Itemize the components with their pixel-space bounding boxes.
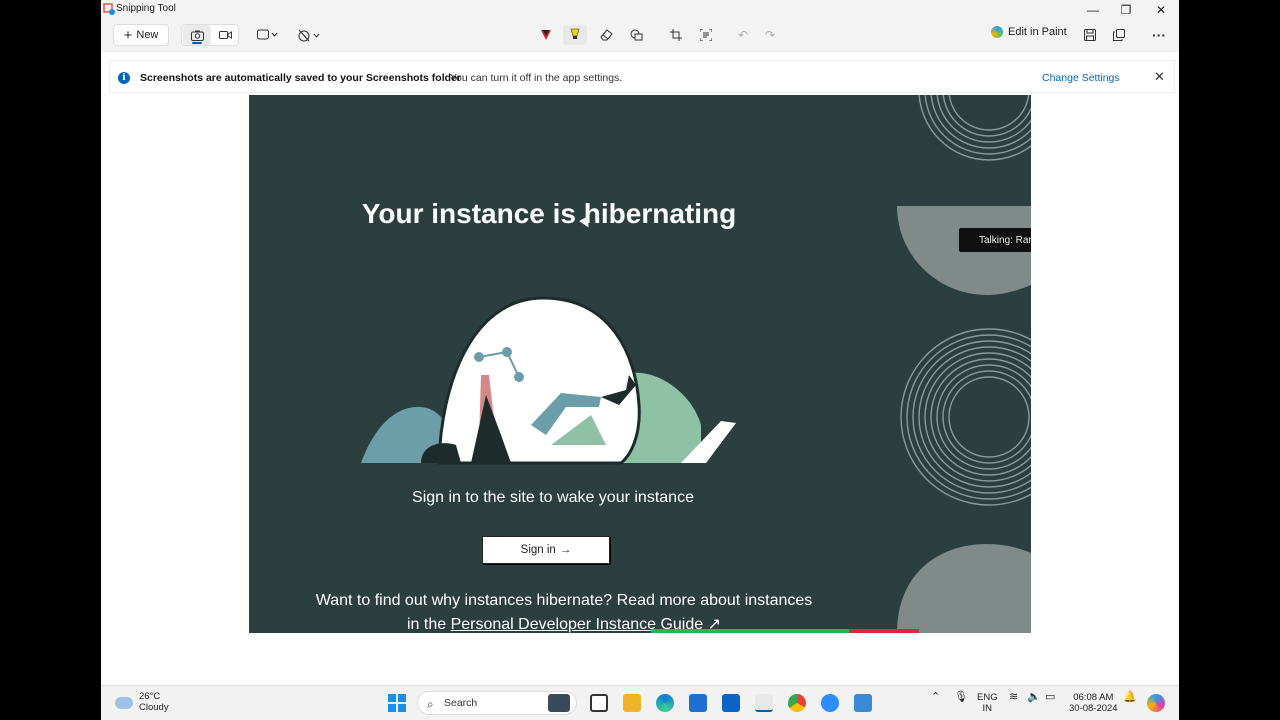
arrow-right-icon: → (559, 544, 572, 556)
title-bar: Snipping Tool — ❐ ✕ (101, 0, 1179, 20)
video-camera-icon (218, 31, 232, 39)
volume-icon[interactable]: 🔈 (1027, 692, 1041, 703)
start-button[interactable] (388, 694, 406, 712)
highlighter-icon (570, 28, 580, 39)
snipping-tool-window: Snipping Tool — ❐ ✕ + New ↶ ↷ Edit in Pa… (101, 0, 1179, 685)
capture-mode-group (181, 24, 239, 46)
no-timer-icon (298, 29, 320, 41)
close-window-button[interactable]: ✕ (1149, 2, 1173, 18)
banner-close-icon[interactable]: ✕ (1154, 69, 1165, 85)
language-code: ENG (977, 692, 998, 703)
edit-in-paint-label: Edit in Paint (1008, 26, 1067, 38)
zoom-icon[interactable] (821, 694, 839, 712)
search-icon: ⌕ (427, 697, 434, 711)
banner-subtitle: You can turn it off in the app settings. (450, 72, 623, 84)
new-snip-button[interactable]: + New (113, 24, 169, 46)
plus-icon: + (123, 26, 133, 44)
language-indicator[interactable]: ENG IN (977, 692, 998, 714)
redo-button[interactable]: ↷ (763, 25, 777, 45)
task-view-icon[interactable] (590, 694, 608, 712)
minimize-button[interactable]: — (1081, 2, 1105, 18)
highlighter-tool[interactable] (563, 25, 587, 45)
paint-app-icon (991, 26, 1003, 38)
restore-button[interactable]: ❐ (1114, 2, 1138, 18)
hero-title: Your instance is hibernating (361, 198, 737, 229)
snipping-tool-taskbar-icon[interactable] (755, 694, 773, 712)
new-button-label: New (136, 29, 159, 41)
undo-button[interactable]: ↶ (736, 25, 750, 45)
clock-time: 06:08 AM (1073, 692, 1114, 703)
sleeping-person-illustration (361, 296, 736, 465)
copilot-icon[interactable] (1147, 694, 1165, 712)
info-icon: i (118, 72, 130, 84)
more-icon: ··· (1152, 27, 1166, 43)
weather-temp: 26°C (139, 691, 161, 702)
rectangle-snip-icon (257, 29, 278, 40)
change-settings-link[interactable]: Change Settings (1042, 72, 1120, 84)
ballpoint-pen-tool[interactable] (539, 25, 553, 45)
text-actions-icon (700, 29, 712, 41)
region-code: IN (982, 703, 993, 714)
text-actions-tool[interactable] (699, 25, 713, 45)
sign-in-label: Sign in (520, 544, 556, 556)
delay-timer-dropdown[interactable] (297, 25, 323, 45)
crop-icon (670, 29, 682, 41)
more-options-button[interactable]: ··· (1151, 25, 1167, 45)
show-hidden-icons-chevron[interactable]: ⌃ (931, 692, 940, 703)
undo-icon: ↶ (737, 28, 749, 42)
video-mode-button[interactable] (211, 25, 239, 45)
edit-in-paint-button[interactable]: Edit in Paint (991, 26, 1067, 38)
microsoft-store-icon[interactable] (689, 694, 707, 712)
screenshot-mode-button[interactable] (183, 25, 211, 45)
crop-tool[interactable] (669, 25, 683, 45)
microphone-icon[interactable]: 🎙 (954, 692, 968, 703)
toolbar: + New ↶ ↷ Edit in Paint ··· (101, 20, 1179, 52)
hibernate-info-text: Want to find out why instances hibernate… (309, 589, 819, 633)
red-status-bar (849, 629, 919, 633)
snipping-tool-app-icon (103, 3, 115, 15)
eraser-tool[interactable] (599, 25, 613, 45)
info-banner: i Screenshots are automatically saved to… (109, 60, 1175, 93)
search-highlight-icon (548, 694, 570, 712)
banner-title: Screenshots are automatically saved to y… (140, 72, 461, 84)
taskbar-search-box[interactable]: ⌕ Search (417, 691, 577, 715)
chrome-icon[interactable] (788, 694, 806, 712)
redo-icon: ↷ (764, 28, 776, 42)
snip-shape-dropdown[interactable] (255, 25, 281, 45)
eraser-icon (599, 29, 613, 41)
copy-button[interactable] (1112, 25, 1126, 45)
weather-desc: Cloudy (139, 702, 169, 713)
notification-bell-icon[interactable]: 🔔 (1123, 692, 1137, 703)
battery-icon[interactable]: ▭ (1045, 692, 1055, 703)
save-button[interactable] (1083, 25, 1097, 45)
clock[interactable]: 06:08 AM 30-08-2024 (1069, 692, 1118, 714)
wifi-icon[interactable]: ≋ (1009, 692, 1018, 703)
sign-in-button[interactable]: Sign in → (482, 536, 610, 564)
shapes-icon (630, 29, 642, 41)
windows-taskbar: 26°C Cloudy ⌕ Search ⌃ 🎙 ENG IN ≋ 🔈 ▭ 06… (101, 685, 1179, 720)
copy-icon (1113, 29, 1125, 41)
decorative-circles (897, 95, 1031, 633)
window-title: Snipping Tool (116, 3, 176, 14)
weather-widget[interactable]: 26°C Cloudy (115, 691, 169, 713)
cloud-icon (115, 697, 133, 709)
notepad-icon[interactable] (854, 694, 872, 712)
pen-icon (541, 30, 551, 40)
wake-instance-text: Sign in to the site to wake your instanc… (412, 489, 694, 506)
talking-indicator: Talking: Ran (959, 228, 1031, 252)
search-placeholder: Search (444, 697, 478, 709)
green-status-bar (651, 629, 851, 633)
shapes-tool[interactable] (629, 25, 643, 45)
edge-browser-icon[interactable] (656, 694, 674, 712)
file-explorer-icon[interactable] (623, 694, 641, 712)
save-icon (1084, 29, 1096, 41)
screenshot-canvas[interactable]: Your instance is hibernating Sign in to … (249, 95, 1031, 633)
clock-date: 30-08-2024 (1069, 703, 1118, 714)
windows-logo-icon (388, 694, 396, 702)
camera-icon (190, 30, 204, 41)
outlook-icon[interactable] (722, 694, 740, 712)
